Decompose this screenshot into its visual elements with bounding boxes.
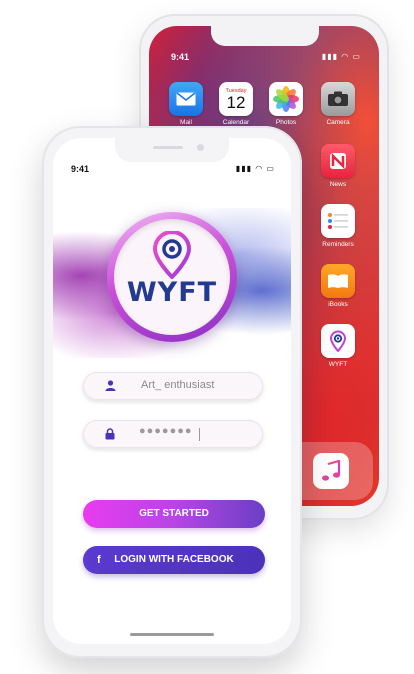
status-time: 9:41 xyxy=(171,52,190,62)
app-label: Mail xyxy=(180,119,192,126)
get-started-button[interactable]: GET STARTED xyxy=(83,500,265,528)
password-value: ●●●●●●● xyxy=(139,425,193,437)
app-photos[interactable]: Photos xyxy=(269,82,303,126)
phone-notch xyxy=(211,26,319,46)
get-started-label: GET STARTED xyxy=(139,508,209,519)
phone-notch xyxy=(115,138,229,162)
app-label: Photos xyxy=(275,119,297,126)
calendar-date: 12 xyxy=(226,92,246,112)
speaker-grille xyxy=(153,146,183,149)
status-time: 9:41 xyxy=(71,164,90,174)
app-label: iBooks xyxy=(328,301,348,308)
password-field[interactable]: ●●●●●●● xyxy=(83,420,263,448)
news-icon xyxy=(321,144,355,178)
status-icons: ▮▮▮ ◠ ▭ xyxy=(321,52,361,61)
photos-icon xyxy=(269,82,303,116)
login-screen: 9:41 ▮▮▮ ◠ ▭ WYFT Art_ enthusiast ●●●●●●… xyxy=(53,138,291,644)
home-indicator[interactable] xyxy=(130,633,214,636)
reminders-icon xyxy=(321,204,355,238)
login-with-facebook-button[interactable]: f LOGIN WITH FACEBOOK xyxy=(83,546,265,574)
location-pin-icon xyxy=(152,231,192,279)
ibooks-icon xyxy=(321,264,355,298)
app-reminders[interactable]: Reminders xyxy=(321,204,355,248)
logo-badge: WYFT xyxy=(107,212,237,342)
app-wyft[interactable]: WYFT xyxy=(321,324,355,368)
facebook-login-label: LOGIN WITH FACEBOOK xyxy=(114,554,234,565)
calendar-icon: Tuesday 12 xyxy=(219,82,253,116)
wyft-app-icon xyxy=(321,324,355,358)
mail-icon xyxy=(169,82,203,116)
text-caret xyxy=(199,428,200,441)
logo-wordmark: WYFT xyxy=(126,277,218,308)
foreground-phone: 9:41 ▮▮▮ ◠ ▭ WYFT Art_ enthusiast ●●●●●●… xyxy=(42,126,302,658)
username-value: Art_ enthusiast xyxy=(141,379,215,391)
app-label: WYFT xyxy=(328,361,348,368)
facebook-icon: f xyxy=(97,554,101,566)
app-label: Calendar xyxy=(222,119,250,126)
logo-inner-circle: WYFT xyxy=(114,219,230,335)
app-mail[interactable]: Mail xyxy=(169,82,203,126)
app-news[interactable]: News xyxy=(321,144,355,188)
camera-icon xyxy=(321,82,355,116)
user-icon xyxy=(105,380,116,391)
username-field[interactable]: Art_ enthusiast xyxy=(83,372,263,400)
app-label: News xyxy=(329,181,347,188)
app-calendar[interactable]: Tuesday 12 Calendar xyxy=(219,82,253,126)
front-camera xyxy=(197,144,204,151)
status-icons: ▮▮▮ ◠ ▭ xyxy=(235,164,275,173)
music-icon[interactable] xyxy=(313,453,349,489)
app-camera[interactable]: Camera xyxy=(321,82,355,126)
lock-icon xyxy=(105,428,115,440)
app-label: Camera xyxy=(326,119,350,126)
app-label: Reminders xyxy=(322,241,354,248)
app-ibooks[interactable]: iBooks xyxy=(321,264,355,308)
